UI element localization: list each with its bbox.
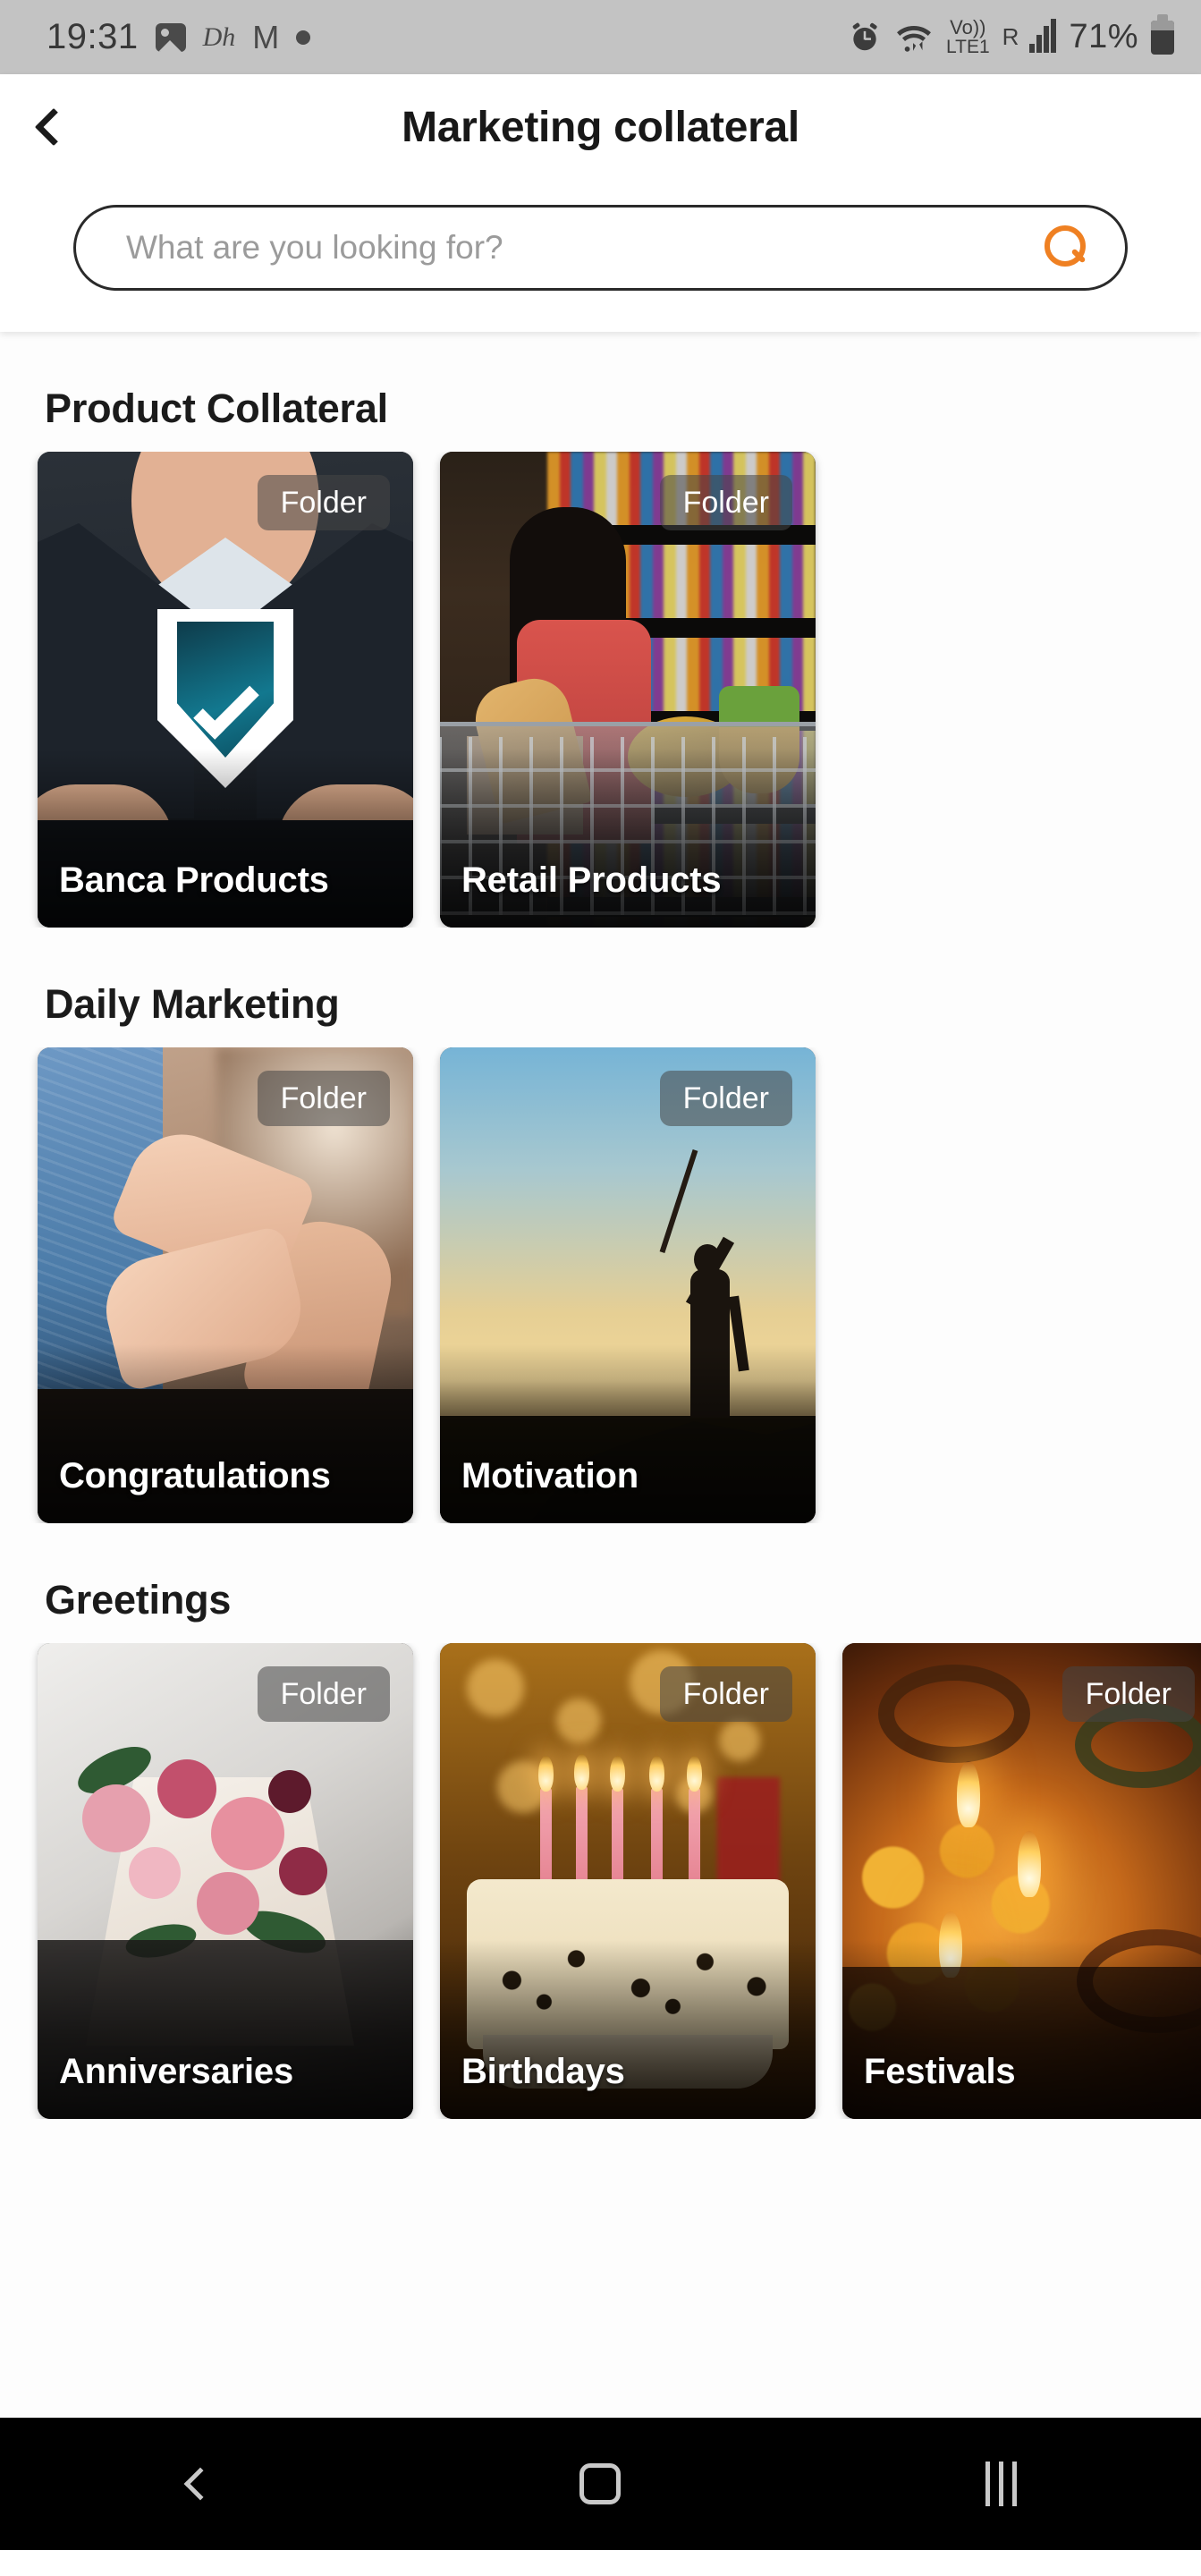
- card-rail[interactable]: Folder Anniversaries Folder Birthdays Fo…: [0, 1643, 1201, 2119]
- nav-home-button[interactable]: [511, 2418, 689, 2550]
- card-title: Motivation: [461, 1456, 639, 1496]
- battery-percent: 71%: [1069, 18, 1138, 55]
- section-title: Daily Marketing: [45, 981, 340, 1027]
- folder-badge: Folder: [659, 1071, 792, 1126]
- wifi-icon: [897, 25, 931, 52]
- status-bar: 19:31 Dh M Vo)) LTE1 R 71%: [0, 0, 1201, 74]
- folder-card-anniversaries[interactable]: Folder Anniversaries: [38, 1643, 413, 2119]
- alarm-icon: [852, 22, 877, 50]
- card-label-overlay: Anniversaries: [38, 1940, 413, 2119]
- card-title: Congratulations: [59, 1456, 331, 1496]
- nav-recents-button[interactable]: [911, 2418, 1090, 2550]
- card-label-overlay: Congratulations: [38, 1344, 413, 1523]
- folder-badge: Folder: [257, 1071, 390, 1126]
- status-bar-left: 19:31 Dh M: [47, 17, 311, 57]
- card-label-overlay: Retail Products: [440, 749, 816, 928]
- card-title: Anniversaries: [59, 2052, 293, 2091]
- card-rail[interactable]: Folder Congratulations Folder Motivation: [0, 1047, 1201, 1523]
- volte-top: Vo)): [950, 16, 986, 38]
- signal-icon: [1029, 18, 1057, 53]
- folder-card-motivation[interactable]: Folder Motivation: [440, 1047, 816, 1523]
- section-daily-marketing: Daily Marketing Folder Congratulations F…: [0, 944, 1201, 1523]
- card-label-overlay: Festivals: [842, 1940, 1201, 2119]
- folder-card-festivals[interactable]: Folder Festivals: [842, 1643, 1201, 2119]
- gmail-icon: M: [252, 18, 280, 55]
- home-icon: [579, 2463, 622, 2504]
- card-title: Banca Products: [59, 860, 329, 900]
- search-bar[interactable]: [73, 205, 1128, 291]
- search-icon[interactable]: [1045, 225, 1089, 270]
- search-input[interactable]: [126, 229, 1045, 267]
- folder-badge: Folder: [659, 475, 792, 530]
- recents-icon: [985, 2462, 1017, 2506]
- card-title: Retail Products: [461, 860, 722, 900]
- card-label-overlay: Birthdays: [440, 1940, 816, 2119]
- battery-icon: [1151, 13, 1174, 55]
- card-title: Festivals: [864, 2052, 1016, 2091]
- top-section: Marketing collateral: [0, 74, 1201, 332]
- page-title: Marketing collateral: [402, 103, 799, 151]
- volte-bottom: LTE1: [946, 37, 990, 57]
- hotstar-icon: Dh: [202, 21, 236, 52]
- back-icon: [183, 2467, 217, 2501]
- folder-card-congratulations[interactable]: Folder Congratulations: [38, 1047, 413, 1523]
- folder-badge: Folder: [1061, 1666, 1195, 1722]
- section-title: Greetings: [45, 1577, 232, 1623]
- folder-card-banca-products[interactable]: Folder Banca Products: [38, 452, 413, 928]
- card-title: Birthdays: [461, 2052, 625, 2091]
- folder-card-birthdays[interactable]: Folder Birthdays: [440, 1643, 816, 2119]
- card-label-overlay: Banca Products: [38, 749, 413, 928]
- folder-badge: Folder: [257, 475, 390, 530]
- dot-icon: [296, 30, 311, 45]
- status-time: 19:31: [47, 17, 139, 56]
- search-section: [0, 180, 1201, 321]
- card-label-overlay: Motivation: [440, 1344, 816, 1523]
- folder-card-retail-products[interactable]: Folder Retail Products: [440, 452, 816, 928]
- folder-badge: Folder: [659, 1666, 792, 1722]
- status-bar-right: Vo)) LTE1 R 71%: [848, 13, 1174, 57]
- section-greetings: Greetings Folder Anniversaries Folder Bi…: [0, 1539, 1201, 2119]
- collateral-list[interactable]: Product Collateral Folder Banca Products: [0, 332, 1201, 2550]
- android-nav-bar: [0, 2418, 1201, 2550]
- folder-badge: Folder: [257, 1666, 390, 1722]
- volte-icon: Vo)) LTE1: [946, 16, 990, 57]
- card-rail[interactable]: Folder Banca Products Folder Retail Prod…: [0, 452, 1201, 928]
- nav-back-button[interactable]: [111, 2418, 290, 2550]
- app-bar: Marketing collateral: [0, 74, 1201, 180]
- section-title: Product Collateral: [45, 386, 388, 431]
- photo-icon: [155, 22, 186, 52]
- section-product-collateral: Product Collateral Folder Banca Products: [0, 348, 1201, 928]
- roaming-indicator: R: [1002, 23, 1019, 50]
